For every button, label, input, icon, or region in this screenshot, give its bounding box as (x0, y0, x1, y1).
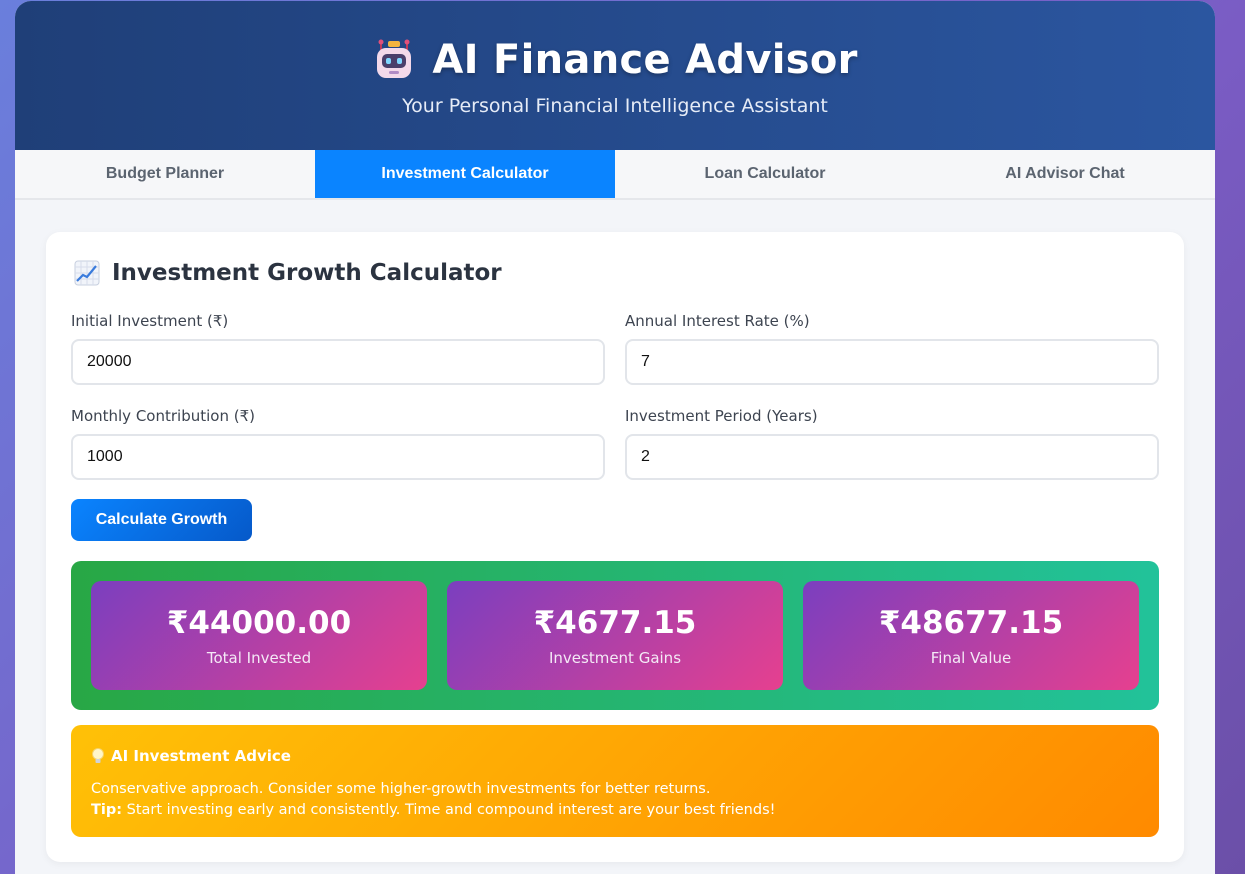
investment-card: Investment Growth Calculator Initial Inv… (46, 232, 1184, 862)
monthly-contribution-input[interactable] (71, 434, 605, 480)
investment-gains-value: ₹4677.15 (533, 605, 697, 641)
tab-investment-calculator[interactable]: Investment Calculator (315, 150, 615, 198)
initial-investment-group: Initial Investment (₹) (71, 312, 605, 385)
initial-investment-input[interactable] (71, 339, 605, 385)
investment-gains-label: Investment Gains (548, 649, 682, 667)
calculate-growth-button[interactable]: Calculate Growth (71, 499, 252, 541)
monthly-contribution-group: Monthly Contribution (₹) (71, 407, 605, 480)
interest-rate-group: Annual Interest Rate (%) (625, 312, 1159, 385)
advice-line: Conservative approach. Consider some hig… (91, 781, 711, 797)
total-invested-value: ₹44000.00 (166, 605, 352, 641)
app-container: AI Finance Advisor Your Personal Financi… (15, 1, 1215, 874)
tip-label: Tip: (91, 802, 123, 818)
header-title-row: AI Finance Advisor (15, 1, 1215, 83)
card-title: Investment Growth Calculator (112, 260, 502, 286)
card-title-row: Investment Growth Calculator (74, 260, 502, 286)
interest-rate-label: Annual Interest Rate (%) (625, 312, 810, 330)
initial-investment-label: Initial Investment (₹) (71, 312, 229, 330)
robot-icon (377, 39, 412, 78)
app-subtitle: Your Personal Financial Intelligence Ass… (402, 95, 828, 117)
monthly-contribution-label: Monthly Contribution (₹) (71, 407, 255, 425)
investment-period-label: Investment Period (Years) (625, 407, 818, 425)
tab-loan-calculator[interactable]: Loan Calculator (615, 150, 915, 198)
ai-advice-panel: AI Investment Advice Conservative approa… (71, 725, 1159, 837)
header: AI Finance Advisor Your Personal Financi… (15, 1, 1215, 150)
results-panel: ₹44000.00 Total Invested ₹4677.15 Invest… (71, 561, 1159, 710)
tab-budget-planner[interactable]: Budget Planner (15, 150, 315, 198)
advice-header: AI Investment Advice (91, 747, 291, 765)
advice-title: AI Investment Advice (111, 747, 291, 765)
total-invested-label: Total Invested (206, 649, 312, 667)
tip-text: Start investing early and consistently. … (122, 802, 776, 818)
final-value-value: ₹48677.15 (878, 605, 1064, 641)
investment-period-input[interactable] (625, 434, 1159, 480)
advice-body: Conservative approach. Consider some hig… (91, 779, 775, 821)
chart-increasing-icon (74, 260, 100, 286)
total-invested-card: ₹44000.00 Total Invested (91, 581, 427, 690)
app-title: AI Finance Advisor (432, 37, 858, 83)
tab-ai-advisor-chat[interactable]: AI Advisor Chat (915, 150, 1215, 198)
interest-rate-input[interactable] (625, 339, 1159, 385)
investment-gains-card: ₹4677.15 Investment Gains (447, 581, 783, 690)
lightbulb-icon (92, 748, 104, 763)
tab-bar: Budget Planner Investment Calculator Loa… (15, 150, 1215, 200)
final-value-label: Final Value (930, 649, 1012, 667)
investment-period-group: Investment Period (Years) (625, 407, 1159, 480)
final-value-card: ₹48677.15 Final Value (803, 581, 1139, 690)
advice-tip: Tip: Start investing early and consisten… (91, 800, 775, 821)
